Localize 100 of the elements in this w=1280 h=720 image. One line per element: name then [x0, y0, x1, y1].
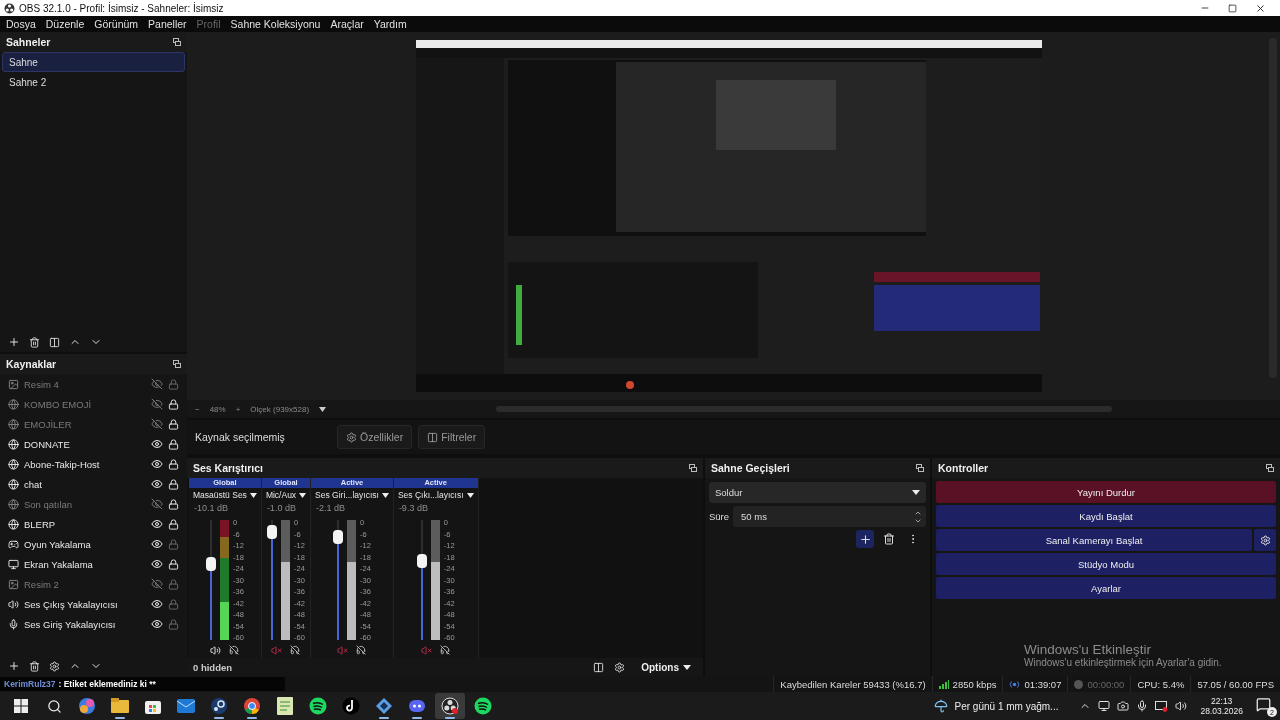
speaker-icon[interactable] — [1175, 700, 1188, 712]
volume-slider[interactable] — [206, 520, 216, 641]
app-icon[interactable] — [309, 697, 327, 715]
lock-icon[interactable] — [168, 518, 179, 530]
trash-icon[interactable] — [29, 660, 40, 672]
source-item[interactable]: BLERP — [24, 518, 146, 530]
eye-off-icon[interactable] — [151, 378, 163, 390]
lock-icon[interactable] — [168, 418, 179, 430]
source-item[interactable]: Abone-Takip-Host — [24, 458, 146, 470]
eye-icon[interactable] — [151, 518, 163, 530]
settings-button[interactable] — [1254, 529, 1276, 551]
menu-item[interactable]: Araçlar — [330, 18, 364, 30]
settings-icon[interactable] — [614, 661, 626, 673]
eye-icon[interactable] — [151, 478, 163, 490]
control-button[interactable]: Stüdyo Modu — [936, 553, 1276, 575]
menu-item[interactable]: Sahne Koleksiyonu — [230, 18, 321, 30]
context-button[interactable]: Özellikler — [337, 425, 413, 449]
screen-record-icon[interactable] — [1155, 700, 1169, 712]
volume-slider[interactable] — [416, 520, 427, 641]
eye-off-icon[interactable] — [151, 418, 163, 430]
eye-off-icon[interactable] — [151, 398, 163, 410]
app-icon[interactable] — [210, 697, 228, 715]
control-button[interactable]: Ayarlar — [936, 577, 1276, 599]
channel-name[interactable]: Ses Giri...layıcısı — [311, 487, 393, 503]
eye-icon[interactable] — [151, 598, 163, 610]
source-item[interactable]: Resim 2 — [24, 578, 146, 590]
app-icon[interactable] — [375, 697, 393, 715]
lock-icon[interactable] — [168, 438, 179, 450]
lock-icon[interactable] — [168, 478, 179, 490]
source-item[interactable]: chat — [24, 478, 146, 490]
undock-icon[interactable] — [173, 360, 181, 368]
control-button[interactable]: Yayını Durdur — [936, 481, 1276, 503]
app-icon[interactable] — [474, 697, 492, 715]
clock[interactable]: 22:13 28.03.2026 — [1200, 696, 1243, 716]
menu-item[interactable]: Dosya — [6, 18, 36, 30]
zoom-out-button[interactable]: − — [195, 404, 200, 414]
eye-off-icon[interactable] — [151, 578, 163, 590]
headphones-icon[interactable] — [440, 645, 451, 656]
start-icon[interactable] — [14, 699, 28, 713]
app-icon[interactable] — [111, 698, 129, 714]
source-item[interactable]: Ekran Yakalama — [24, 558, 146, 570]
headphones-icon[interactable] — [290, 645, 301, 656]
eye-icon[interactable] — [151, 438, 163, 450]
source-item[interactable]: Ses Çıkış Yakalayıcısı — [24, 598, 146, 610]
add-icon[interactable] — [8, 660, 20, 672]
search-icon[interactable] — [46, 698, 62, 714]
scene-item[interactable]: Sahne 2 — [2, 72, 185, 92]
context-button[interactable]: Filtreler — [418, 425, 486, 449]
app-icon[interactable] — [78, 697, 96, 715]
lock-icon[interactable] — [168, 398, 179, 410]
transition-dropdown[interactable]: Soldur — [709, 482, 926, 503]
undock-icon[interactable] — [1266, 464, 1274, 472]
close-icon[interactable] — [1255, 2, 1266, 14]
source-item[interactable]: Ses Giriş Yakalayıcısı — [24, 618, 146, 630]
monitor-icon[interactable] — [1098, 700, 1111, 712]
lock-icon[interactable] — [168, 558, 179, 570]
eye-off-icon[interactable] — [151, 498, 163, 510]
scene-item[interactable]: Sahne — [2, 52, 185, 72]
camera-icon[interactable] — [1117, 700, 1130, 712]
trash-icon[interactable] — [29, 336, 40, 348]
eye-icon[interactable] — [151, 458, 163, 470]
menu-item[interactable]: Düzenle — [45, 18, 85, 30]
headphones-icon[interactable] — [229, 645, 240, 656]
eye-icon[interactable] — [151, 538, 163, 550]
zoom-in-button[interactable]: + — [235, 404, 241, 414]
menu-item[interactable]: Görünüm — [94, 18, 139, 30]
menu-item[interactable]: Paneller — [148, 18, 187, 30]
channel-name[interactable]: Ses Çıkı...layıcısı — [393, 487, 478, 503]
undock-icon[interactable] — [916, 464, 924, 472]
source-item[interactable]: EMOJİLER — [24, 418, 146, 430]
options-button[interactable]: Options — [635, 660, 697, 674]
app-icon[interactable] — [342, 697, 360, 715]
source-item[interactable]: Resim 4 — [24, 378, 146, 390]
source-item[interactable]: Oyun Yakalama — [24, 538, 146, 550]
scale-dropdown[interactable]: Ölçek (939x528) — [250, 404, 310, 414]
notification-icon[interactable] — [1256, 697, 1271, 712]
headphones-icon[interactable] — [356, 645, 367, 656]
app-icon[interactable] — [145, 698, 161, 714]
lock-icon[interactable] — [168, 498, 179, 510]
source-item[interactable]: KOMBO EMOJİ — [24, 398, 146, 410]
duration-field[interactable]: 50 ms — [733, 506, 926, 527]
add-button[interactable] — [856, 530, 874, 548]
undock-icon[interactable] — [173, 38, 181, 46]
microphone-icon[interactable] — [1136, 700, 1149, 712]
source-item[interactable]: Son qatılan — [24, 498, 146, 510]
control-button[interactable]: Sanal Kamerayı Başlat — [936, 529, 1252, 551]
menu-item[interactable]: Yardım — [373, 18, 407, 30]
eye-icon[interactable] — [151, 558, 163, 570]
settings-icon[interactable] — [49, 660, 60, 672]
channel-name[interactable]: Mic/Aux — [261, 487, 311, 503]
undock-icon[interactable] — [689, 464, 697, 472]
maximize-icon[interactable] — [1228, 3, 1237, 13]
channel-name[interactable]: Masaüstü Ses — [189, 487, 261, 503]
volume-slider[interactable] — [267, 520, 278, 641]
lock-icon[interactable] — [168, 458, 179, 470]
app-icon[interactable] — [243, 697, 261, 715]
control-button[interactable]: Kaydı Başlat — [936, 505, 1276, 527]
volume-slider[interactable] — [333, 520, 344, 641]
app-icon[interactable] — [441, 697, 459, 715]
add-icon[interactable] — [8, 336, 20, 348]
